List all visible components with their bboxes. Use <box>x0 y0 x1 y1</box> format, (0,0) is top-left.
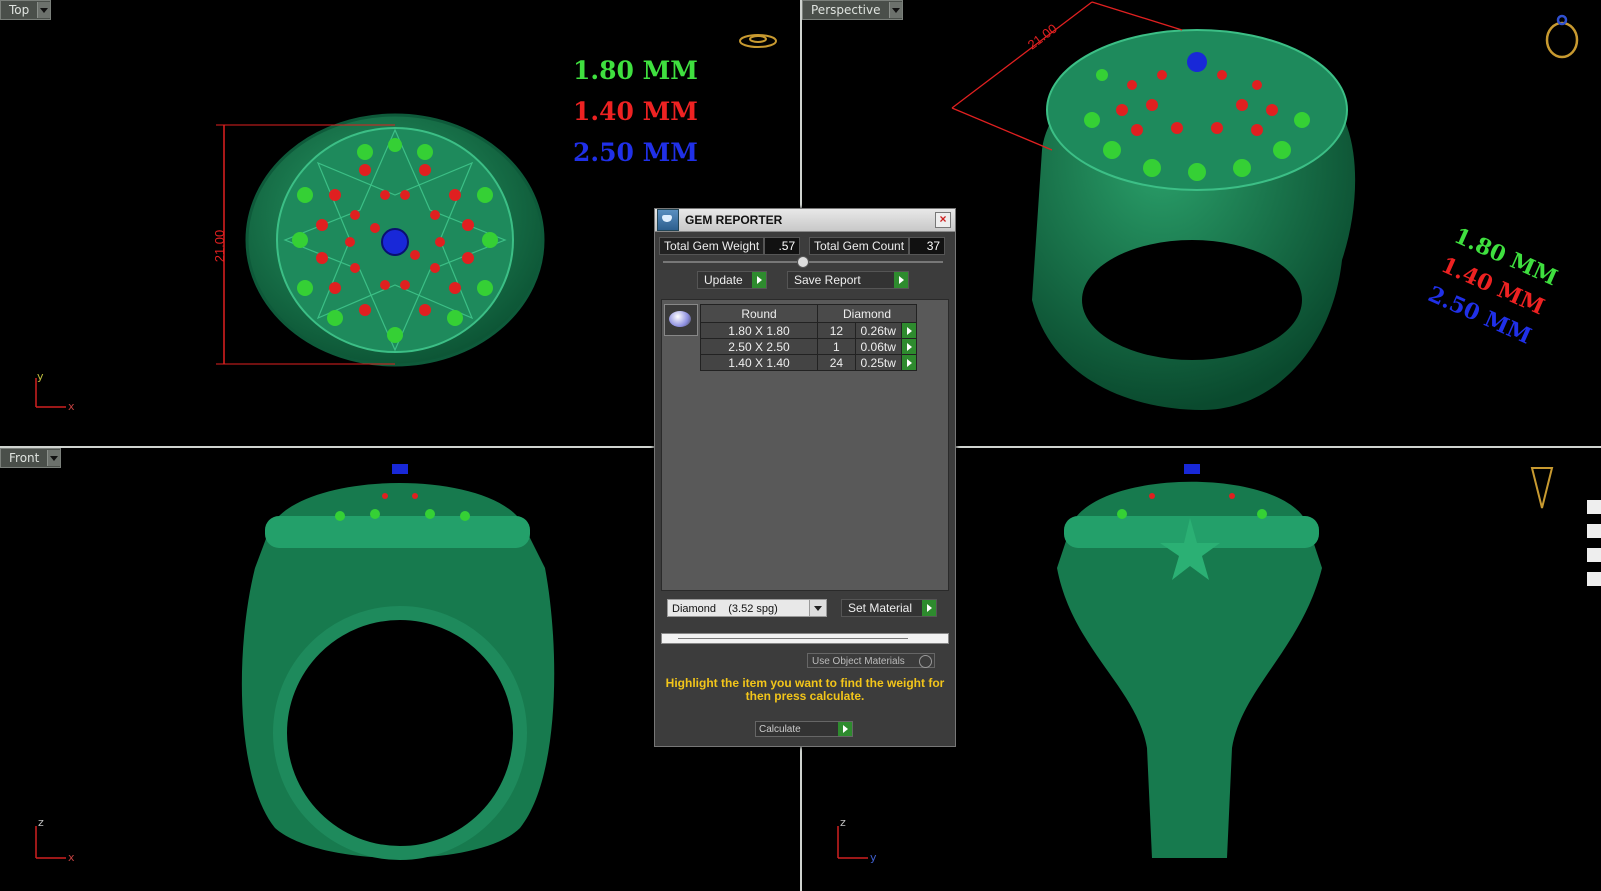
radio-icon[interactable] <box>919 655 932 668</box>
table-row[interactable]: 1.80 X 1.80 12 0.26tw <box>700 322 918 339</box>
slider-handle[interactable] <box>797 256 809 268</box>
use-object-materials-toggle[interactable]: Use Object Materials <box>807 653 935 668</box>
play-icon <box>838 722 852 736</box>
legend-green: 1.80 MM <box>573 56 698 85</box>
material-select[interactable]: Diamond (3.52 spg) <box>667 599 827 617</box>
copy-icon[interactable] <box>1587 548 1601 562</box>
total-count-row: Total Gem Count 37 <box>809 237 946 255</box>
column-header-shape: Round <box>700 304 818 323</box>
instruction-text: Highlight the item you want to find the … <box>665 676 945 703</box>
calculate-button[interactable]: Calculate <box>755 721 853 737</box>
square-icon[interactable] <box>1587 524 1601 538</box>
top-dimension-label: 21.00 <box>212 230 227 263</box>
gem-count-cell: 24 <box>817 354 856 371</box>
set-material-button[interactable]: Set Material <box>841 599 937 617</box>
dialog-title-bar[interactable]: GEM REPORTER × <box>655 209 955 232</box>
axis-y-label: y <box>37 370 44 383</box>
gem-size-cell: 1.80 X 1.80 <box>700 322 818 339</box>
svg-text:z: z <box>38 816 44 829</box>
perspective-dimension-label: 21.00 <box>1025 21 1060 53</box>
legend-blue: 2.50 MM <box>573 138 698 167</box>
gem-shape-icon[interactable] <box>664 304 698 336</box>
total-count-label: Total Gem Count <box>809 237 910 255</box>
gem-reporter-dialog: GEM REPORTER × Total Gem Weight .57 Tota… <box>654 208 956 747</box>
gear-icon[interactable] <box>1587 572 1601 586</box>
select-row-button[interactable] <box>900 322 918 339</box>
total-weight-row: Total Gem Weight .57 <box>659 237 801 255</box>
table-row[interactable]: 2.50 X 2.50 1 0.06tw <box>700 338 918 355</box>
gem-weight-cell: 0.25tw <box>854 354 902 371</box>
play-icon <box>894 272 908 288</box>
chevron-down-icon[interactable] <box>809 600 826 616</box>
close-icon[interactable]: × <box>935 212 951 228</box>
gem-count-cell: 1 <box>817 338 856 355</box>
select-row-button[interactable] <box>900 338 918 355</box>
side-toolbar <box>1583 490 1601 620</box>
save-report-button[interactable]: Save Report <box>787 271 909 289</box>
dialog-title: GEM REPORTER <box>685 213 783 227</box>
column-header-material: Diamond <box>817 304 917 323</box>
gem-weight-cell: 0.06tw <box>854 338 902 355</box>
svg-text:z: z <box>840 816 846 829</box>
gem-weight-cell: 0.26tw <box>854 322 902 339</box>
gem-table: Round Diamond 1.80 X 1.80 12 0.26tw 2.50… <box>700 304 918 371</box>
gem-table-panel: Round Diamond 1.80 X 1.80 12 0.26tw 2.50… <box>661 299 949 591</box>
camera-icon[interactable] <box>1587 500 1601 514</box>
svg-text:y: y <box>870 851 877 864</box>
update-button[interactable]: Update <box>697 271 767 289</box>
dialog-slider[interactable] <box>663 256 943 268</box>
svg-text:x: x <box>68 851 75 864</box>
total-count-field[interactable]: 37 <box>909 237 946 255</box>
select-row-button[interactable] <box>900 354 918 371</box>
gem-reporter-app-icon <box>657 209 679 231</box>
total-weight-label: Total Gem Weight <box>659 237 765 255</box>
total-weight-field[interactable]: .57 <box>764 237 801 255</box>
gem-size-cell: 2.50 X 2.50 <box>700 338 818 355</box>
progress-bar <box>661 633 949 644</box>
table-row[interactable]: 1.40 X 1.40 24 0.25tw <box>700 354 918 371</box>
axis-x-label: x <box>68 400 75 413</box>
play-icon <box>752 272 766 288</box>
play-icon <box>922 600 936 616</box>
legend-red: 1.40 MM <box>573 97 698 126</box>
gem-size-legend: 1.80 MM 1.40 MM 2.50 MM <box>573 50 698 173</box>
gem-count-cell: 12 <box>817 322 856 339</box>
gem-size-cell: 1.40 X 1.40 <box>700 354 818 371</box>
